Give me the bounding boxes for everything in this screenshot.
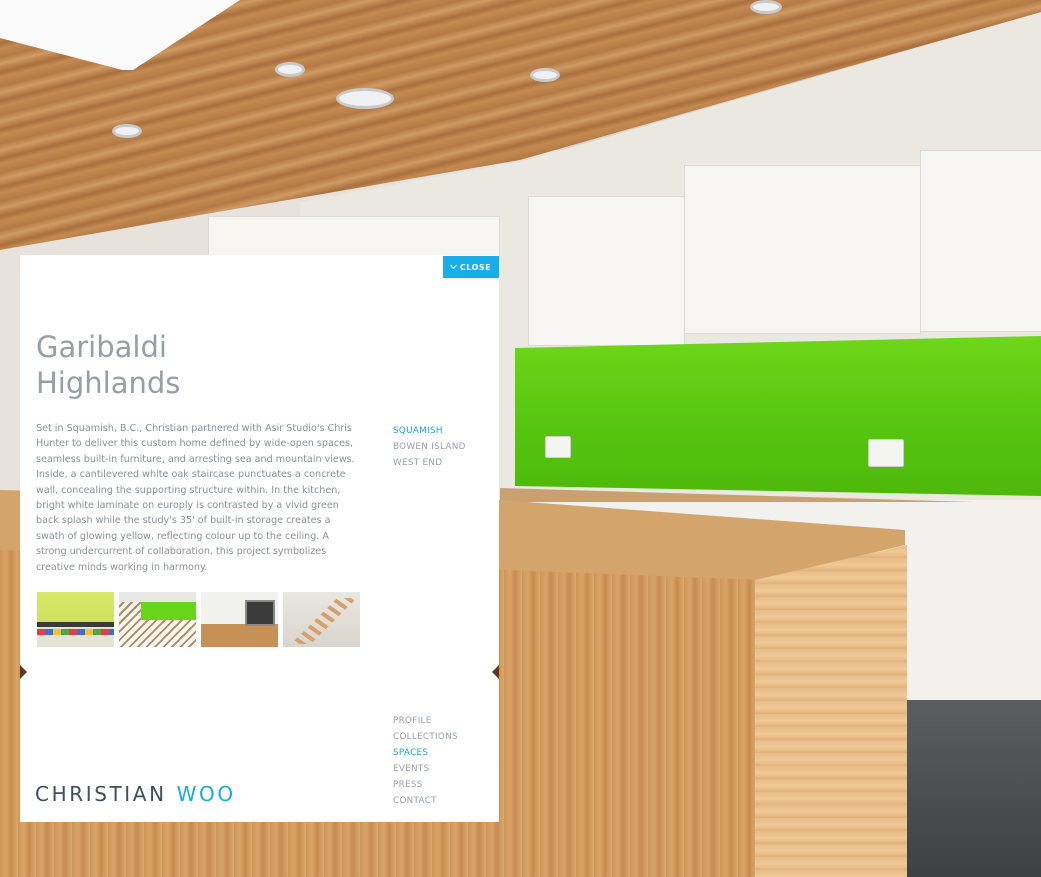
project-location-nav: SQUAMISH BOWEN ISLAND WEST END bbox=[393, 423, 466, 471]
upper-cabinet bbox=[684, 165, 921, 334]
sub-nav-item-bowen-island[interactable]: BOWEN ISLAND bbox=[393, 439, 466, 455]
ceiling-light bbox=[275, 62, 305, 77]
project-title-line1: Garibaldi bbox=[36, 330, 167, 364]
upper-cabinet bbox=[920, 150, 1041, 332]
main-nav: PROFILE COLLECTIONS SPACES EVENTS PRESS … bbox=[393, 713, 458, 809]
sub-nav-item-west-end[interactable]: WEST END bbox=[393, 455, 466, 471]
ceiling-light bbox=[336, 88, 394, 109]
project-title: Garibaldi Highlands bbox=[36, 329, 336, 401]
chevron-down-icon bbox=[449, 261, 457, 270]
panel-notch-right bbox=[492, 665, 499, 679]
thumbnail-gallery bbox=[37, 592, 360, 647]
close-button-label: CLOSE bbox=[459, 262, 492, 272]
main-nav-item-events[interactable]: EVENTS bbox=[393, 761, 458, 777]
main-nav-item-contact[interactable]: CONTACT bbox=[393, 793, 458, 809]
wall-outlet bbox=[868, 439, 904, 467]
main-nav-item-profile[interactable]: PROFILE bbox=[393, 713, 458, 729]
ceiling-light bbox=[750, 0, 782, 14]
yellow-study-thumbnail[interactable] bbox=[37, 592, 114, 647]
main-nav-item-spaces[interactable]: SPACES bbox=[393, 745, 458, 761]
upper-cabinet bbox=[528, 196, 685, 346]
main-nav-item-press[interactable]: PRESS bbox=[393, 777, 458, 793]
logo-first-name: CHRISTIAN bbox=[35, 782, 167, 806]
kitchen-oven-thumbnail[interactable] bbox=[201, 592, 278, 647]
oak-staircase-thumbnail[interactable] bbox=[283, 592, 360, 647]
panel-notch-left bbox=[20, 665, 27, 679]
close-button[interactable]: CLOSE bbox=[443, 256, 499, 278]
project-description: Set in Squamish, B.C., Christian partner… bbox=[36, 423, 355, 573]
main-nav-item-collections[interactable]: COLLECTIONS bbox=[393, 729, 458, 745]
brand-logo[interactable]: CHRISTIAN WOO bbox=[35, 782, 236, 806]
project-title-line2: Highlands bbox=[36, 366, 181, 400]
logo-last-name: WOO bbox=[176, 782, 236, 806]
sub-nav-item-squamish[interactable]: SQUAMISH bbox=[393, 423, 466, 439]
island-side bbox=[755, 545, 907, 877]
project-panel: CLOSE Garibaldi Highlands Set in Squamis… bbox=[20, 255, 499, 822]
ceiling-light bbox=[112, 124, 142, 138]
green-backsplash bbox=[515, 336, 1041, 496]
ceiling-light bbox=[530, 68, 560, 82]
green-backsplash-thumbnail[interactable] bbox=[119, 592, 196, 647]
wall-outlet bbox=[545, 436, 571, 458]
